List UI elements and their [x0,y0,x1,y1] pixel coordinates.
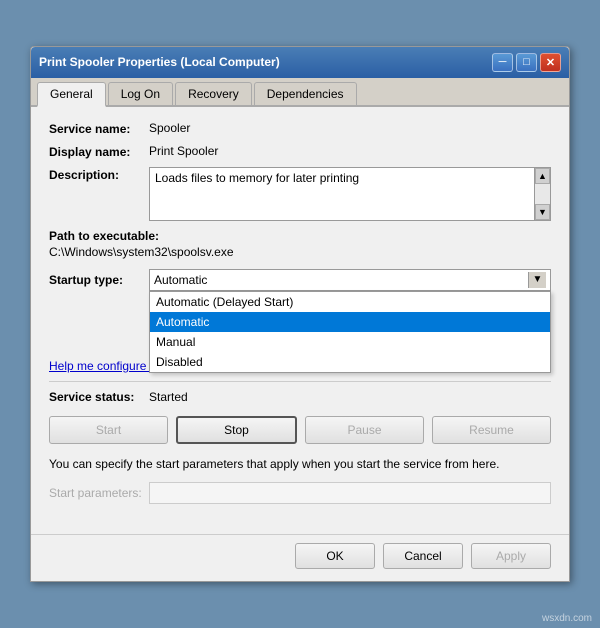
description-label: Description: [49,167,149,182]
path-value: C:\Windows\system32\spoolsv.exe [49,245,551,259]
display-name-row: Display name: Print Spooler [49,144,551,159]
service-buttons: Start Stop Pause Resume [49,416,551,444]
minimize-button[interactable]: ─ [492,53,513,72]
window-controls: ─ □ ✕ [492,53,561,72]
path-label: Path to executable: [49,229,551,243]
dropdown-item-disabled[interactable]: Disabled [150,352,550,372]
title-bar: Print Spooler Properties (Local Computer… [31,47,569,78]
bottom-buttons: OK Cancel Apply [31,534,569,581]
dropdown-item-manual[interactable]: Manual [150,332,550,352]
info-text: You can specify the start parameters tha… [49,456,551,473]
tab-bar: General Log On Recovery Dependencies [31,78,569,107]
startup-label: Startup type: [49,273,149,287]
status-label: Service status: [49,390,149,404]
close-button[interactable]: ✕ [540,53,561,72]
apply-button[interactable]: Apply [471,543,551,569]
startup-dropdown-arrow[interactable]: ▼ [528,272,546,288]
description-scrollbar[interactable]: ▲ ▼ [534,168,550,220]
separator-1 [49,381,551,382]
tab-logon[interactable]: Log On [108,82,173,105]
maximize-button[interactable]: □ [516,53,537,72]
scroll-down-btn[interactable]: ▼ [535,204,550,220]
tab-content: Service name: Spooler Display name: Prin… [31,107,569,535]
startup-select-value: Automatic [154,273,207,287]
display-name-value: Print Spooler [149,144,218,158]
startup-dropdown[interactable]: Automatic (Delayed Start) Automatic Manu… [149,291,551,373]
status-value: Started [149,390,188,404]
watermark: wsxdn.com [542,613,592,624]
startup-select[interactable]: Automatic ▼ [149,269,551,291]
resume-button[interactable]: Resume [432,416,551,444]
window-title: Print Spooler Properties (Local Computer… [39,55,280,69]
start-button[interactable]: Start [49,416,168,444]
tab-dependencies[interactable]: Dependencies [254,82,357,105]
service-name-label: Service name: [49,121,149,136]
service-name-value: Spooler [149,121,190,135]
scroll-track [535,184,550,204]
tab-recovery[interactable]: Recovery [175,82,252,105]
service-status-row: Service status: Started [49,390,551,404]
pause-button[interactable]: Pause [305,416,424,444]
cancel-button[interactable]: Cancel [383,543,463,569]
display-name-label: Display name: [49,144,149,159]
path-section: Path to executable: C:\Windows\system32\… [49,229,551,259]
description-value: Loads files to memory for later printing [150,168,534,220]
ok-button[interactable]: OK [295,543,375,569]
startup-row: Startup type: Automatic ▼ [49,269,551,291]
startup-container: Startup type: Automatic ▼ Automatic (Del… [49,269,551,291]
dropdown-item-automatic[interactable]: Automatic [150,312,550,332]
scroll-up-btn[interactable]: ▲ [535,168,550,184]
params-row: Start parameters: [49,482,551,504]
stop-button[interactable]: Stop [176,416,297,444]
dropdown-item-delayed[interactable]: Automatic (Delayed Start) [150,292,550,312]
tab-general[interactable]: General [37,82,106,107]
description-row: Description: Loads files to memory for l… [49,167,551,221]
service-name-row: Service name: Spooler [49,121,551,136]
params-label: Start parameters: [49,486,149,500]
description-wrapper: Loads files to memory for later printing… [149,167,551,221]
params-input[interactable] [149,482,551,504]
